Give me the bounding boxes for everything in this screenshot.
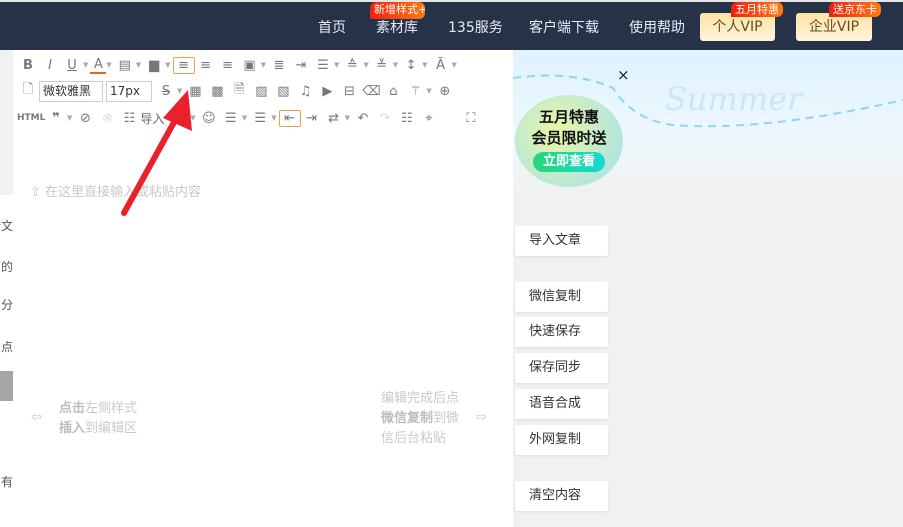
align-left-icon[interactable]: ≡ — [172, 56, 195, 74]
style-snippet[interactable]: 全文 — [0, 217, 13, 234]
left-hint: 点击左侧样式 插入到编辑区 — [59, 399, 137, 439]
eraser-icon[interactable]: ⌫ — [360, 84, 382, 99]
toolbar-row-1: B I U ▼ A ▼ ▤ ▼ ▆ ▼ ≡ ≡ ≡ ▣ ▼ ≣ ⇥ ☰ ▼ ≙ ▼ ≚ ▼ ↕ ▼… — [17, 53, 459, 77]
gallery-icon[interactable]: ▧ — [272, 84, 294, 99]
emoji-icon[interactable]: ☺ — [198, 111, 220, 126]
view-now-button[interactable]: 立即查看 — [532, 152, 605, 172]
up-arrow-icon: ⇧ — [30, 185, 41, 200]
line-height-icon[interactable]: ↕ — [400, 58, 422, 73]
ordered-list-icon[interactable]: ☰ — [220, 111, 242, 126]
align-center-icon[interactable]: ≡ — [195, 58, 217, 73]
hint-bold: 插入 — [59, 421, 86, 436]
spacing-before-icon[interactable]: ≙ — [341, 58, 363, 73]
editor-area[interactable]: B I U ▼ A ▼ ▤ ▼ ▆ ▼ ≡ ≡ ≡ ▣ ▼ ≣ ⇥ ☰ ▼ ≙ ▼ ≚ ▼ ↕ ▼… — [13, 50, 513, 527]
style-snippet[interactable]: 分， — [0, 296, 13, 313]
font-color-icon[interactable]: A — [90, 57, 107, 74]
may-offer-badge: 五月特惠 — [731, 2, 783, 17]
magic-wand-icon[interactable]: ⚚ — [404, 84, 426, 99]
style-snippet[interactable]: 只点 — [0, 338, 13, 355]
right-arrow-icon: ⇨ — [476, 410, 487, 425]
background-color-icon[interactable]: ▤ — [114, 58, 136, 73]
close-banner-icon[interactable]: × — [617, 66, 630, 84]
hint-text: 到编辑区 — [85, 421, 138, 436]
html-source-button[interactable]: HTML — [17, 113, 45, 123]
quote-icon[interactable]: ❞ — [45, 111, 67, 126]
wechat-copy-button[interactable]: 微信复制 — [515, 282, 608, 312]
enterprise-vip-button[interactable]: 企业VIP — [796, 13, 872, 41]
checklist-icon[interactable]: ☷ — [396, 111, 418, 126]
hint-bold: 点击 — [59, 401, 86, 416]
new-styles-badge: 新增样式+71个 — [370, 2, 425, 19]
hint-text: 编辑完成后点 — [381, 391, 460, 406]
divider-icon[interactable]: ⊟ — [338, 84, 360, 99]
top-nav-bar: 首页 素材库 新增样式+71个 135服务 客户端下载 使用帮助 个人VIP 五… — [0, 0, 903, 50]
left-style-panel-edge: 全文 下的 分， 只点 有 — [0, 195, 13, 527]
text-direction-icon[interactable]: ⇄ — [323, 111, 345, 126]
summer-watermark: Summer — [665, 80, 803, 118]
image-icon[interactable]: ▨ — [250, 84, 272, 99]
indent-icon[interactable]: ⇥ — [290, 58, 312, 73]
justify-icon[interactable]: ≣ — [268, 58, 290, 73]
fullscreen-icon[interactable]: ⛶ — [460, 111, 482, 126]
hint-text: 到微 — [433, 411, 460, 426]
search-replace-icon[interactable]: ⊕ — [434, 84, 456, 99]
promo-line-1: 五月特惠 — [538, 108, 599, 126]
jd-card-badge: 送京东卡 — [829, 2, 881, 17]
align-right-icon[interactable]: ≡ — [217, 58, 239, 73]
indent-right-icon[interactable]: ⇥ — [301, 111, 323, 126]
italic-icon[interactable]: I — [39, 58, 61, 73]
underline-icon[interactable]: U — [61, 58, 83, 73]
personal-vip-button[interactable]: 个人VIP — [700, 13, 775, 41]
word-import-icon[interactable]: 🗎 — [228, 80, 250, 102]
style-snippet[interactable]: 下的 — [0, 258, 13, 275]
clear-content-button[interactable]: 清空内容 — [515, 481, 608, 511]
new-document-icon[interactable]: 🗋 — [17, 80, 39, 102]
style-snippet[interactable]: 有 — [0, 473, 13, 490]
paragraph-spacing-icon[interactable]: ☰ — [312, 58, 334, 73]
style-snippet-gray[interactable] — [0, 371, 13, 401]
import-article-button[interactable]: 导入文章 — [515, 226, 608, 256]
toolbar-row-2: 🗋 微软雅黑 17px S ▼ ▦ ▩ 🗎 ▨ ▧ ♫ ▶ ⊟ ⌫ ⌂ ⚚ ▼ ⊕ — [17, 79, 456, 103]
voice-synthesis-button[interactable]: 语音合成 — [515, 389, 608, 419]
indent-left-icon[interactable]: ⇤ — [278, 109, 301, 127]
left-arrow-icon: ⇦ — [31, 410, 42, 425]
right-hint: 编辑完成后点 微信复制到微 信后台粘贴 — [381, 389, 459, 449]
nav-home[interactable]: 首页 — [318, 17, 346, 37]
toolbar-row-3: HTML ❞▼ ⊘ ⊗ ☷ 导入 Ω▼ ☺ ☰▼ ☰▼ ⇤ ⇥ ⇄▼ ↶ ↷ ☷… — [17, 106, 482, 130]
nav-services[interactable]: 135服务 — [448, 17, 503, 37]
promo-line-2: 会员限时送 — [531, 129, 607, 147]
red-annotation-arrow — [121, 90, 192, 216]
text-border-icon[interactable]: ▆ — [143, 58, 165, 73]
hint-text: 信后台粘贴 — [381, 431, 447, 446]
bold-icon[interactable]: B — [17, 58, 39, 73]
promo-badge[interactable]: 五月特惠 会员限时送 立即查看 — [515, 95, 623, 187]
chart-table-icon[interactable]: ▩ — [206, 84, 228, 99]
format-brush-icon[interactable]: ⌂ — [382, 84, 404, 99]
nav-client-download[interactable]: 客户端下载 — [529, 17, 599, 37]
unordered-list-icon[interactable]: ☰ — [249, 111, 271, 126]
video-icon[interactable]: ▶ — [316, 84, 338, 99]
music-icon[interactable]: ♫ — [294, 84, 316, 99]
nav-materials[interactable]: 素材库 — [376, 17, 418, 37]
spacing-after-icon[interactable]: ≚ — [371, 58, 393, 73]
map-icon[interactable]: ⌖ — [418, 111, 440, 126]
link-icon[interactable]: ⊘ — [74, 111, 96, 126]
undo-icon[interactable]: ↶ — [352, 111, 374, 126]
nav-help[interactable]: 使用帮助 — [629, 17, 685, 37]
font-family-select[interactable]: 微软雅黑 — [39, 80, 103, 102]
external-copy-button[interactable]: 外网复制 — [515, 425, 608, 455]
redo-icon[interactable]: ↷ — [374, 111, 396, 126]
font-family-value: 微软雅黑 — [43, 83, 92, 98]
image-float-icon[interactable]: ▣ — [239, 58, 261, 73]
quick-save-button[interactable]: 快速保存 — [515, 317, 608, 347]
letter-spacing-icon[interactable]: Ā — [430, 58, 452, 73]
hint-text: 左侧样式 — [85, 401, 138, 416]
hint-bold: 微信复制 — [381, 411, 434, 426]
save-sync-button[interactable]: 保存同步 — [515, 353, 608, 383]
